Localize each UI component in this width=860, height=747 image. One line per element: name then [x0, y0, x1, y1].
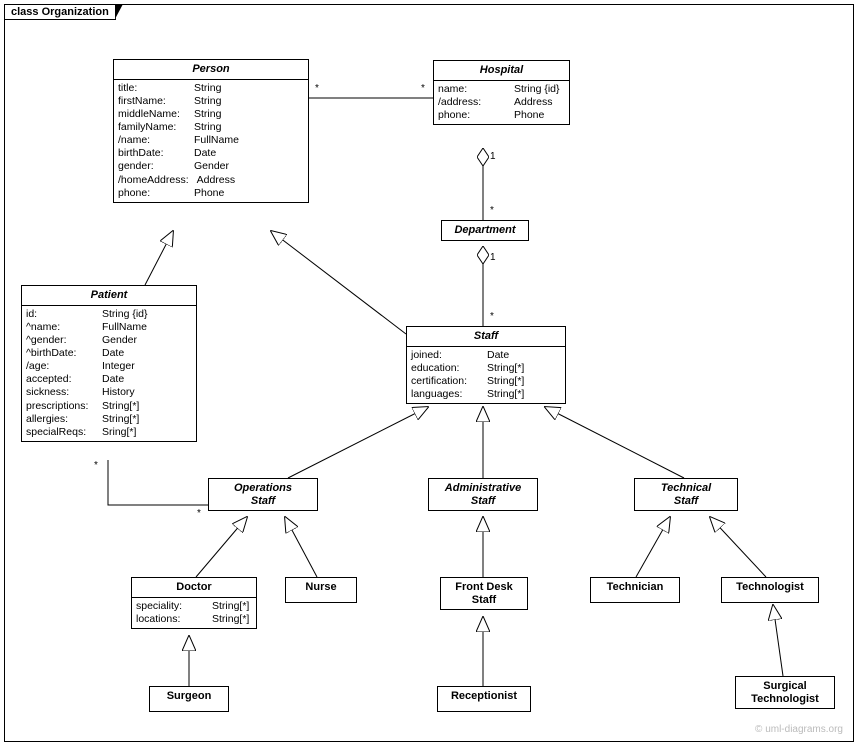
class-staff: Staff joined:Dateeducation:String[*]cert… — [406, 326, 566, 404]
frame-label: class Organization — [11, 6, 109, 18]
mult-patient-ops-left: * — [94, 460, 98, 471]
class-administrative-staff: Administrative Staff — [428, 478, 538, 511]
class-surgical-technologist-title: Surgical Technologist — [736, 677, 834, 708]
class-staff-attrs: joined:Dateeducation:String[*]certificat… — [407, 347, 565, 404]
class-front-desk-staff-title: Front Desk Staff — [441, 578, 527, 609]
class-administrative-staff-title: Administrative Staff — [429, 479, 537, 510]
watermark: © uml-diagrams.org — [755, 724, 843, 735]
class-doctor: Doctor speciality:String[*]locations:Str… — [131, 577, 257, 629]
class-patient: Patient id:String {id}^name:FullName^gen… — [21, 285, 197, 442]
mult-person-hospital-left: * — [315, 83, 319, 94]
class-operations-staff: Operations Staff — [208, 478, 318, 511]
class-operations-staff-title: Operations Staff — [209, 479, 317, 510]
class-nurse: Nurse — [285, 577, 357, 603]
uml-frame: class Organization — [4, 4, 854, 742]
class-doctor-title: Doctor — [132, 578, 256, 598]
class-hospital-attrs: name:String {id}/address:Addressphone:Ph… — [434, 81, 569, 124]
mult-hospital-dept-bottom: * — [490, 205, 494, 216]
class-technical-staff-title: Technical Staff — [635, 479, 737, 510]
frame-label-tab: class Organization — [4, 4, 116, 20]
mult-hospital-dept-top: 1 — [490, 151, 496, 162]
mult-dept-staff-top: 1 — [490, 252, 496, 263]
class-surgeon-title: Surgeon — [150, 687, 228, 706]
class-department: Department — [441, 220, 529, 241]
class-technical-staff: Technical Staff — [634, 478, 738, 511]
class-patient-title: Patient — [22, 286, 196, 306]
class-doctor-attrs: speciality:String[*]locations:String[*] — [132, 598, 256, 628]
class-technician: Technician — [590, 577, 680, 603]
class-staff-title: Staff — [407, 327, 565, 347]
class-technician-title: Technician — [591, 578, 679, 597]
class-person-title: Person — [114, 60, 308, 80]
class-receptionist-title: Receptionist — [438, 687, 530, 706]
class-surgeon: Surgeon — [149, 686, 229, 712]
mult-patient-ops-right: * — [197, 508, 201, 519]
class-receptionist: Receptionist — [437, 686, 531, 712]
class-department-title: Department — [442, 221, 528, 240]
mult-person-hospital-right: * — [421, 83, 425, 94]
class-technologist-title: Technologist — [722, 578, 818, 597]
class-hospital-title: Hospital — [434, 61, 569, 81]
class-technologist: Technologist — [721, 577, 819, 603]
class-front-desk-staff: Front Desk Staff — [440, 577, 528, 610]
class-patient-attrs: id:String {id}^name:FullName^gender:Gend… — [22, 306, 196, 441]
class-nurse-title: Nurse — [286, 578, 356, 597]
mult-dept-staff-bottom: * — [490, 311, 494, 322]
class-surgical-technologist: Surgical Technologist — [735, 676, 835, 709]
class-person: Person title:StringfirstName:Stringmiddl… — [113, 59, 309, 203]
class-hospital: Hospital name:String {id}/address:Addres… — [433, 60, 570, 125]
class-person-attrs: title:StringfirstName:StringmiddleName:S… — [114, 80, 308, 202]
